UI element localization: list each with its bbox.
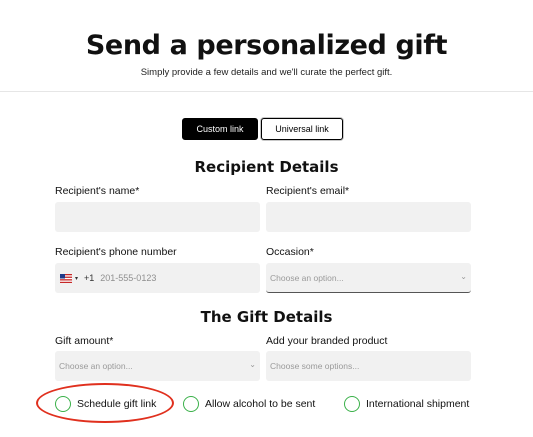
phone-country-code: +1 (84, 273, 95, 283)
page-title: Send a personalized gift (85, 30, 448, 61)
schedule-gift-link-option[interactable]: Schedule gift link (55, 396, 156, 412)
recipient-name-label: Recipient's name* (55, 185, 140, 197)
header-divider (0, 91, 533, 92)
allow-alcohol-radio[interactable] (183, 396, 199, 412)
allow-alcohol-label: Allow alcohol to be sent (205, 398, 316, 410)
gift-amount-select[interactable]: Choose an option... ⌄ (55, 351, 260, 381)
schedule-gift-link-radio[interactable] (55, 396, 71, 412)
recipient-email-input[interactable] (266, 202, 471, 232)
allow-alcohol-option[interactable]: Allow alcohol to be sent (183, 396, 315, 412)
international-shipment-radio[interactable] (344, 396, 360, 412)
gift-amount-placeholder: Choose an option... (59, 361, 133, 371)
chevron-down-icon: ⌄ (249, 360, 256, 369)
occasion-select[interactable]: Choose an option... ⌄ (266, 263, 471, 293)
occasion-placeholder: Choose an option... (270, 273, 344, 283)
us-flag-icon (60, 273, 72, 283)
branded-product-placeholder: Choose some options... (270, 361, 360, 371)
occasion-label: Occasion* (266, 246, 314, 258)
gift-details-heading: The Gift Details (200, 308, 333, 326)
recipient-email-label: Recipient's email* (266, 185, 350, 197)
recipient-details-heading: Recipient Details (194, 158, 339, 176)
chevron-down-icon: ⌄ (460, 272, 467, 281)
page-subtitle: Simply provide a few details and we'll c… (140, 67, 393, 78)
recipient-name-input[interactable] (55, 202, 260, 232)
branded-product-label: Add your branded product (266, 335, 388, 347)
custom-link-tab[interactable]: Custom link (182, 118, 258, 140)
phone-placeholder: 201-555-0123 (100, 273, 157, 283)
chevron-down-icon: ▾ (75, 275, 79, 282)
international-shipment-label: International shipment (366, 398, 470, 410)
schedule-gift-link-label: Schedule gift link (77, 398, 157, 410)
country-selector[interactable]: ▾ +1 201-555-0123 (60, 273, 156, 283)
gift-amount-label: Gift amount* (55, 335, 114, 347)
recipient-phone-input[interactable]: ▾ +1 201-555-0123 (55, 263, 260, 293)
branded-product-select[interactable]: Choose some options... (266, 351, 471, 381)
international-shipment-option[interactable]: International shipment (344, 396, 469, 412)
recipient-phone-label: Recipient's phone number (55, 246, 177, 258)
universal-link-tab[interactable]: Universal link (261, 118, 343, 140)
